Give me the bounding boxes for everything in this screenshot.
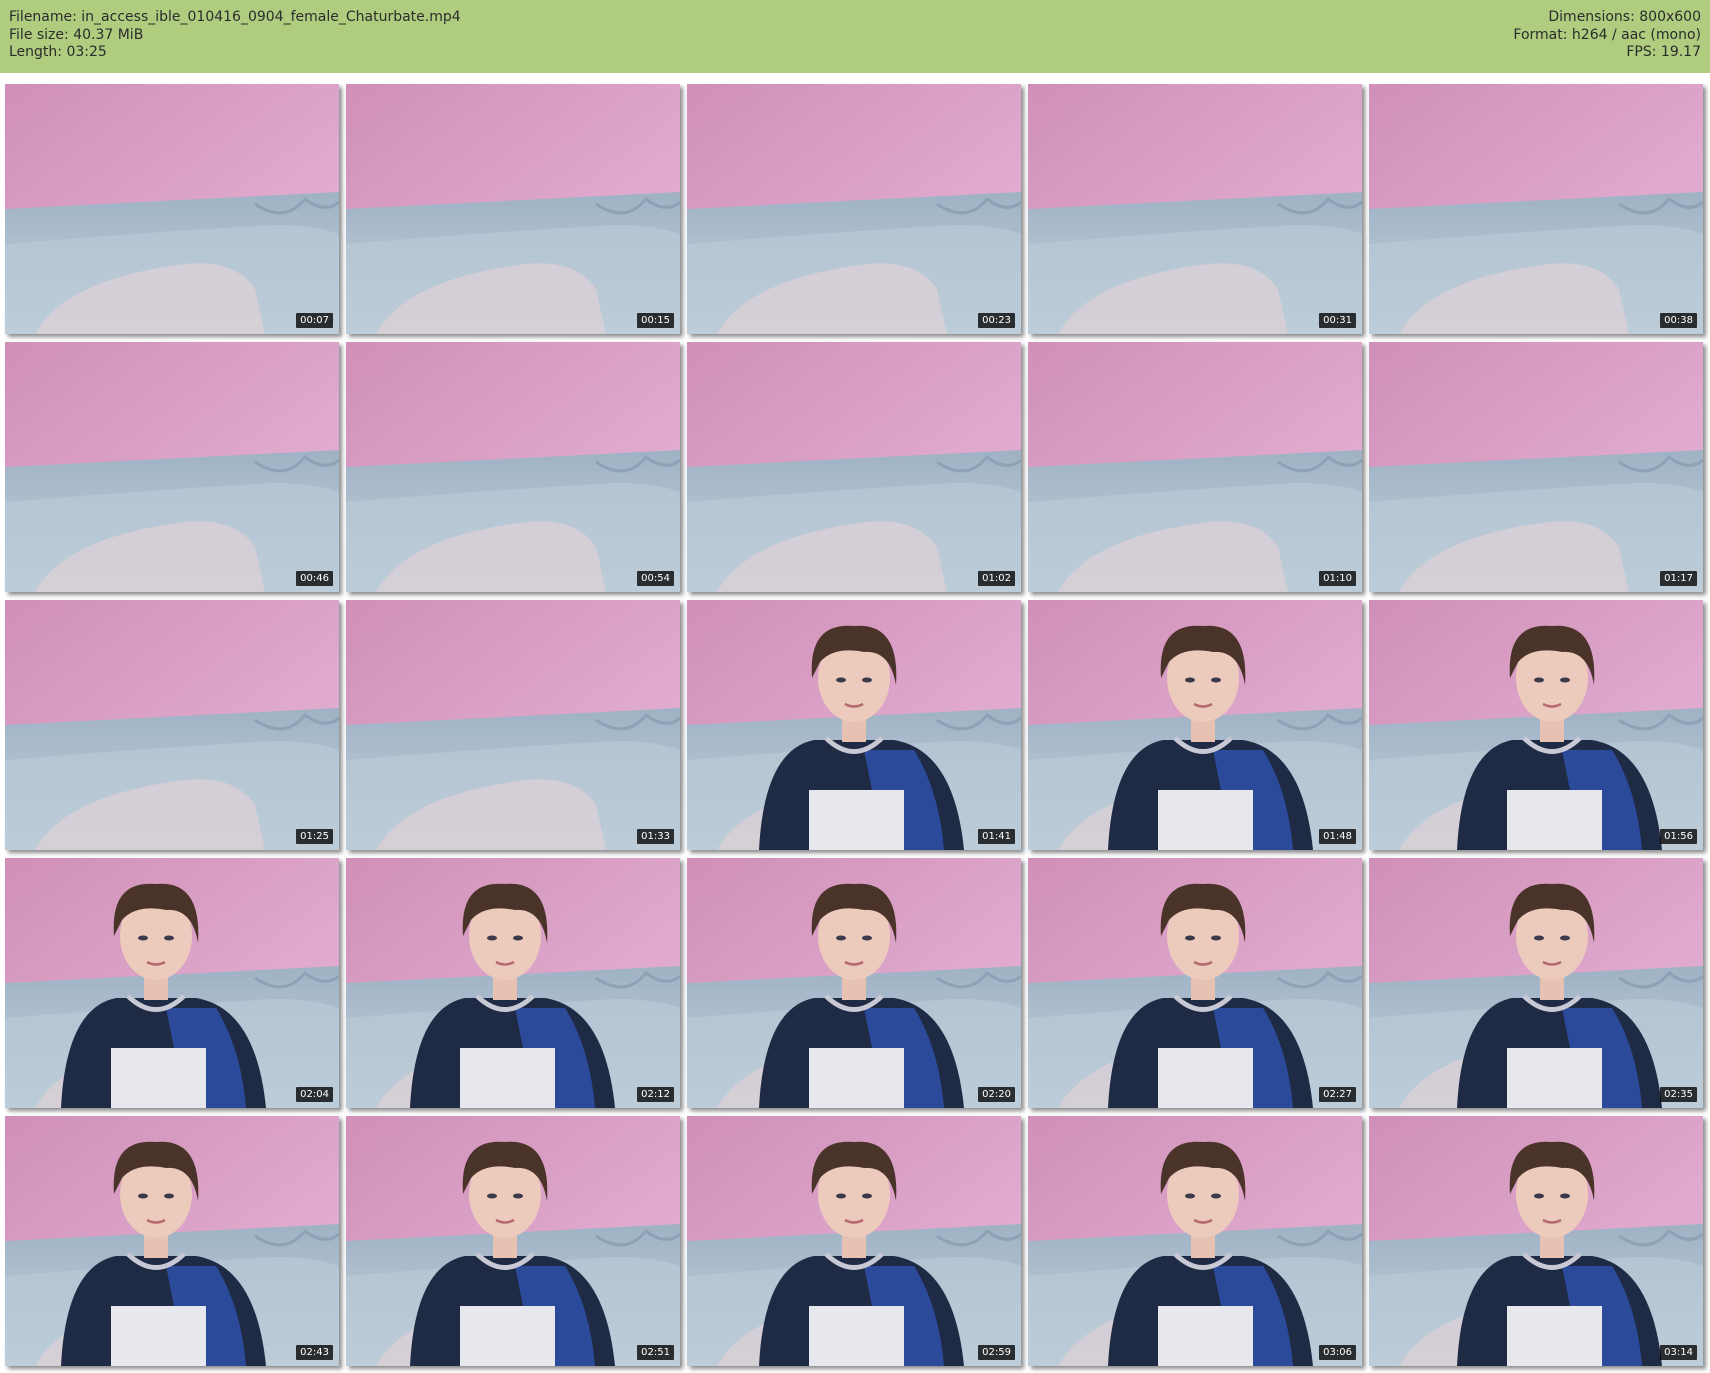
filename-text: Filename: in_access_ible_010416_0904_fem… xyxy=(9,9,461,25)
video-thumbnail: 02:12 xyxy=(346,858,680,1108)
thumbnail-timestamp: 02:51 xyxy=(637,1345,674,1360)
frame-image-empty-room xyxy=(687,84,1021,334)
frame-image-person xyxy=(687,600,1021,850)
thumbnail-timestamp: 01:17 xyxy=(1660,571,1697,586)
thumbnail-timestamp: 00:54 xyxy=(637,571,674,586)
thumbnail-timestamp: 01:10 xyxy=(1319,571,1356,586)
frame-image-empty-room xyxy=(5,342,339,592)
frame-image-person xyxy=(1028,600,1362,850)
thumbnail-timestamp: 02:12 xyxy=(637,1087,674,1102)
video-thumbnail: 01:56 xyxy=(1369,600,1703,850)
thumbnail-timestamp: 00:23 xyxy=(978,313,1015,328)
frame-image-person xyxy=(1028,858,1362,1108)
video-thumbnail: 02:51 xyxy=(346,1116,680,1366)
thumbnail-timestamp: 00:38 xyxy=(1660,313,1697,328)
thumbnail-timestamp: 01:48 xyxy=(1319,829,1356,844)
frame-image-empty-room xyxy=(1028,84,1362,334)
info-header: Filename: in_access_ible_010416_0904_fem… xyxy=(0,0,1710,73)
dimensions-text: Dimensions: 800x600 xyxy=(1548,9,1701,25)
frame-image-person xyxy=(1369,858,1703,1108)
video-thumbnail: 00:54 xyxy=(346,342,680,592)
frame-image-empty-room xyxy=(346,600,680,850)
fps-text: FPS: 19.17 xyxy=(1626,44,1701,60)
frame-image-person xyxy=(5,858,339,1108)
video-thumbnail: 03:14 xyxy=(1369,1116,1703,1366)
thumbnail-timestamp: 02:43 xyxy=(296,1345,333,1360)
thumbnail-timestamp: 00:31 xyxy=(1319,313,1356,328)
thumbnail-timestamp: 01:41 xyxy=(978,829,1015,844)
thumbnail-timestamp: 02:27 xyxy=(1319,1087,1356,1102)
thumbnail-timestamp: 00:15 xyxy=(637,313,674,328)
length-text: Length: 03:25 xyxy=(9,44,107,60)
frame-image-empty-room xyxy=(346,342,680,592)
video-thumbnail: 02:20 xyxy=(687,858,1021,1108)
thumbnail-timestamp: 02:35 xyxy=(1660,1087,1697,1102)
thumbnail-timestamp: 01:25 xyxy=(296,829,333,844)
thumbnail-timestamp: 01:33 xyxy=(637,829,674,844)
video-thumbnail: 01:48 xyxy=(1028,600,1362,850)
thumbnail-timestamp: 00:07 xyxy=(296,313,333,328)
thumbnail-timestamp: 02:04 xyxy=(296,1087,333,1102)
frame-image-person xyxy=(346,1116,680,1366)
thumbnail-timestamp: 02:20 xyxy=(978,1087,1015,1102)
thumbnail-timestamp: 02:59 xyxy=(978,1345,1015,1360)
video-thumbnail: 01:25 xyxy=(5,600,339,850)
frame-image-empty-room xyxy=(5,600,339,850)
frame-image-empty-room xyxy=(346,84,680,334)
thumbnail-timestamp: 01:02 xyxy=(978,571,1015,586)
frame-image-person xyxy=(687,858,1021,1108)
thumbnail-timestamp: 00:46 xyxy=(296,571,333,586)
frame-image-person xyxy=(1028,1116,1362,1366)
format-text: Format: h264 / aac (mono) xyxy=(1513,26,1701,43)
video-thumbnail: 00:31 xyxy=(1028,84,1362,334)
video-thumbnail: 01:17 xyxy=(1369,342,1703,592)
video-info: Dimensions: 800x600 Format: h264 / aac (… xyxy=(1513,9,1701,62)
frame-image-person xyxy=(1369,600,1703,850)
thumbnail-timestamp: 03:14 xyxy=(1660,1345,1697,1360)
frame-image-person xyxy=(687,1116,1021,1366)
video-thumbnail: 00:46 xyxy=(5,342,339,592)
frame-image-empty-room xyxy=(687,342,1021,592)
frame-image-empty-room xyxy=(5,84,339,334)
video-thumbnail: 02:43 xyxy=(5,1116,339,1366)
frame-image-empty-room xyxy=(1028,342,1362,592)
frame-image-empty-room xyxy=(1369,84,1703,334)
video-thumbnail: 02:04 xyxy=(5,858,339,1108)
thumbnail-timestamp: 03:06 xyxy=(1319,1345,1356,1360)
video-thumbnail: 01:41 xyxy=(687,600,1021,850)
frame-image-person xyxy=(1369,1116,1703,1366)
video-thumbnail: 00:15 xyxy=(346,84,680,334)
video-thumbnail: 02:35 xyxy=(1369,858,1703,1108)
filesize-text: File size: 40.37 MiB xyxy=(9,26,144,43)
frame-image-empty-room xyxy=(1369,342,1703,592)
file-info: Filename: in_access_ible_010416_0904_fem… xyxy=(9,9,461,62)
video-thumbnail: 01:02 xyxy=(687,342,1021,592)
video-thumbnail: 01:33 xyxy=(346,600,680,850)
video-thumbnail: 00:23 xyxy=(687,84,1021,334)
video-thumbnail: 02:27 xyxy=(1028,858,1362,1108)
video-thumbnail: 03:06 xyxy=(1028,1116,1362,1366)
video-thumbnail: 00:07 xyxy=(5,84,339,334)
video-thumbnail: 00:38 xyxy=(1369,84,1703,334)
frame-image-person xyxy=(5,1116,339,1366)
video-thumbnail: 02:59 xyxy=(687,1116,1021,1366)
frame-image-person xyxy=(346,858,680,1108)
video-thumbnail: 01:10 xyxy=(1028,342,1362,592)
thumbnail-timestamp: 01:56 xyxy=(1660,829,1697,844)
